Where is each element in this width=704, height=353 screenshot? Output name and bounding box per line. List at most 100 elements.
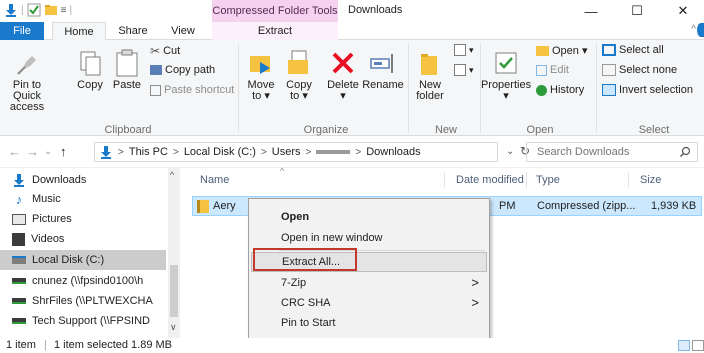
breadcrumb-this-pc[interactable]: This PC xyxy=(129,146,168,158)
paste-shortcut-label: Paste shortcut xyxy=(164,84,235,96)
submenu-arrow-icon: > xyxy=(471,295,479,310)
breadcrumb-redacted-user[interactable] xyxy=(316,150,351,154)
download-arrow-icon xyxy=(101,146,111,159)
minimize-button[interactable]: — xyxy=(568,0,614,22)
nav-item-local-disk[interactable]: Local Disk (C:) xyxy=(0,250,166,270)
history-button[interactable]: History xyxy=(536,84,584,96)
tab-file[interactable]: File xyxy=(0,22,44,40)
breadcrumb-users[interactable]: Users xyxy=(272,146,301,158)
invert-selection-button[interactable]: Invert selection xyxy=(602,84,693,96)
large-icons-view-icon[interactable] xyxy=(692,340,704,351)
select-all-icon xyxy=(602,44,616,56)
details-view-icon[interactable] xyxy=(678,340,690,351)
address-field[interactable]: > This PC > Local Disk (C:) > Users > > … xyxy=(94,142,498,162)
new-folder-icon[interactable] xyxy=(44,3,58,17)
search-icon[interactable] xyxy=(679,146,691,158)
column-header-name[interactable]: Name xyxy=(200,174,229,186)
move-to-button[interactable]: Move to ▾ xyxy=(244,48,278,102)
navigation-pane-scroll-thumb[interactable] xyxy=(170,265,178,317)
context-menu: Open Open in new window Extract All... 7… xyxy=(248,198,490,353)
column-divider[interactable] xyxy=(628,172,629,188)
nav-item-network-drive-cnunez[interactable]: cnunez (\\fpsind0100\h xyxy=(12,271,168,291)
nav-item-network-drive-tech-support[interactable]: Tech Support (\\FPSIND xyxy=(12,311,168,331)
collapse-ribbon-button[interactable]: ^ xyxy=(691,24,696,35)
qat-customize-icon[interactable]: ≡ xyxy=(61,5,67,16)
menu-item-label: 7-Zip xyxy=(281,277,307,289)
up-button[interactable]: ↑ xyxy=(60,144,67,159)
column-header-size[interactable]: Size xyxy=(640,174,661,186)
search-input[interactable] xyxy=(537,146,677,158)
nav-item-label: Downloads xyxy=(32,174,87,186)
menu-item-open[interactable]: Open xyxy=(251,207,487,227)
copy-to-button[interactable]: Copy to ▾ xyxy=(282,48,316,102)
nav-item-label: Music xyxy=(32,193,61,205)
qat-divider: | xyxy=(21,4,24,16)
qat-divider: | xyxy=(69,4,73,16)
copy-icon xyxy=(80,51,101,76)
open-button[interactable]: Open ▾ xyxy=(536,44,588,57)
pin-to-quick-access-button[interactable]: Pin to Quick access xyxy=(2,48,52,113)
column-divider[interactable] xyxy=(526,172,527,188)
network-drive-icon xyxy=(12,298,26,304)
column-header-date-modified[interactable]: Date modified xyxy=(456,174,524,186)
new-item-button[interactable]: ▾ xyxy=(454,44,474,56)
column-header-type[interactable]: Type xyxy=(536,174,560,186)
column-divider[interactable] xyxy=(444,172,445,188)
menu-item-7zip[interactable]: 7-Zip > xyxy=(251,273,487,293)
menu-item-open-in-new-window[interactable]: Open in new window xyxy=(251,228,487,248)
nav-item-network-drive-shrfiles[interactable]: ShrFiles (\\PLTWEXCHA xyxy=(12,291,168,311)
scroll-down-arrow-icon[interactable]: ∨ xyxy=(170,322,177,333)
title-bar: | ≡ | Compressed Folder Tools Downloads … xyxy=(0,0,704,22)
delete-button[interactable]: Delete ▾ xyxy=(324,48,362,102)
nav-item-music[interactable]: ♪ Music xyxy=(12,189,168,209)
back-button[interactable]: ← xyxy=(8,144,21,159)
edit-label: Edit xyxy=(550,64,569,76)
move-to-label-line2: to ▾ xyxy=(252,90,270,102)
tab-view[interactable]: View xyxy=(162,22,204,40)
submenu-arrow-icon: > xyxy=(471,275,479,290)
close-button[interactable]: ✕ xyxy=(660,0,704,22)
nav-item-downloads[interactable]: Downloads xyxy=(12,170,168,190)
address-dropdown-button[interactable]: ⌄ xyxy=(506,146,514,157)
music-note-icon: ♪ xyxy=(15,191,23,207)
breadcrumb-downloads[interactable]: Downloads xyxy=(366,146,420,158)
easy-access-button[interactable]: ▾ xyxy=(454,64,474,76)
properties-check-icon[interactable] xyxy=(27,3,41,17)
nav-item-label: cnunez (\\fpsind0100\h xyxy=(32,275,144,287)
status-item-count: 1 item xyxy=(6,339,36,351)
nav-item-videos[interactable]: Videos xyxy=(12,229,168,249)
edit-button[interactable]: Edit xyxy=(536,64,569,76)
scroll-up-arrow-icon[interactable]: ^ xyxy=(170,170,174,180)
rename-button[interactable]: Rename xyxy=(362,48,404,91)
breadcrumb-local-disk[interactable]: Local Disk (C:) xyxy=(184,146,256,158)
paste-button[interactable]: Paste xyxy=(110,48,144,91)
copy-button[interactable]: Copy xyxy=(74,48,106,91)
help-icon[interactable] xyxy=(697,23,704,37)
status-selection: 1 item selected 1.89 MB xyxy=(54,339,173,351)
navigation-pane: Downloads ♪ Music Pictures Videos Local … xyxy=(0,168,180,338)
copy-path-button[interactable]: Copy path xyxy=(150,64,215,76)
new-folder-button[interactable]: New folder xyxy=(412,48,448,102)
videos-icon xyxy=(12,232,25,246)
cut-button[interactable]: ✂ Cut xyxy=(150,44,180,58)
pictures-icon xyxy=(12,213,26,225)
paste-shortcut-button[interactable]: Paste shortcut xyxy=(150,84,234,96)
select-all-button[interactable]: Select all xyxy=(602,44,664,56)
nav-item-pictures[interactable]: Pictures xyxy=(12,209,168,229)
tab-extract[interactable]: Extract xyxy=(212,22,338,40)
recent-locations-button[interactable]: ⌄ xyxy=(44,146,52,157)
nav-item-label: ShrFiles (\\PLTWEXCHA xyxy=(32,295,153,307)
menu-item-pin-to-start[interactable]: Pin to Start xyxy=(251,313,487,333)
properties-button[interactable]: Properties ▾ xyxy=(481,48,531,102)
menu-item-crc-sha[interactable]: CRC SHA > xyxy=(251,293,487,313)
nav-item-label: Tech Support (\\FPSIND xyxy=(32,315,150,327)
download-arrow-icon[interactable] xyxy=(4,3,18,17)
forward-button[interactable]: → xyxy=(26,144,39,159)
select-none-button[interactable]: Select none xyxy=(602,64,677,76)
tab-share[interactable]: Share xyxy=(112,22,154,40)
tab-home[interactable]: Home xyxy=(52,22,106,41)
compressed-folder-tools-label: Compressed Folder Tools xyxy=(212,0,338,22)
pin-label-line2: access xyxy=(9,101,45,113)
maximize-button[interactable]: ☐ xyxy=(614,0,660,22)
search-box[interactable] xyxy=(526,142,698,162)
